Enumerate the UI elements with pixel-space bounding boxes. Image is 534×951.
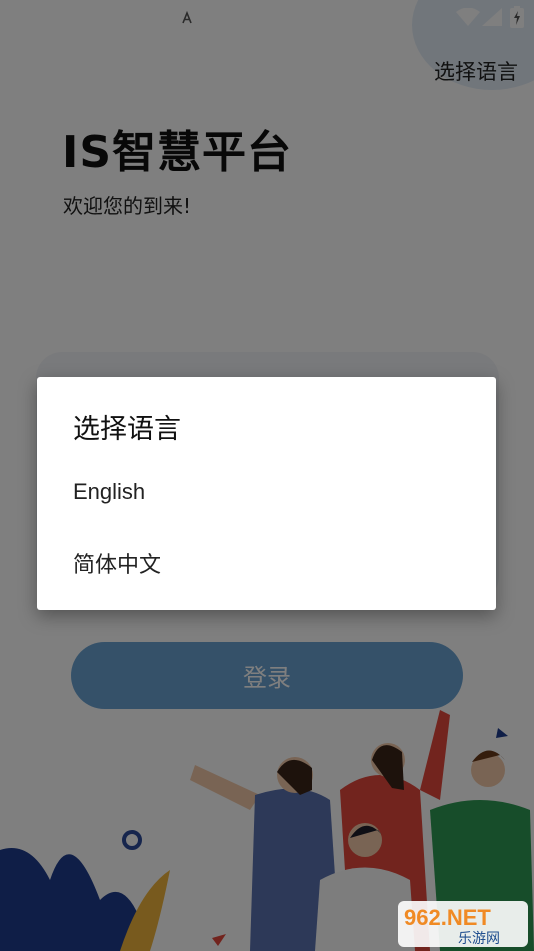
language-option-simplified-chinese[interactable]: 简体中文 bbox=[37, 534, 496, 592]
watermark-logo-text: 962.NET bbox=[404, 905, 491, 930]
language-option-english[interactable]: English bbox=[37, 463, 496, 521]
language-dialog: 选择语言 English 简体中文 bbox=[37, 377, 496, 610]
watermark-logo: 962.NET 乐游网 bbox=[398, 901, 528, 947]
dialog-title: 选择语言 bbox=[73, 414, 181, 445]
watermark-sub-text: 乐游网 bbox=[458, 931, 500, 947]
